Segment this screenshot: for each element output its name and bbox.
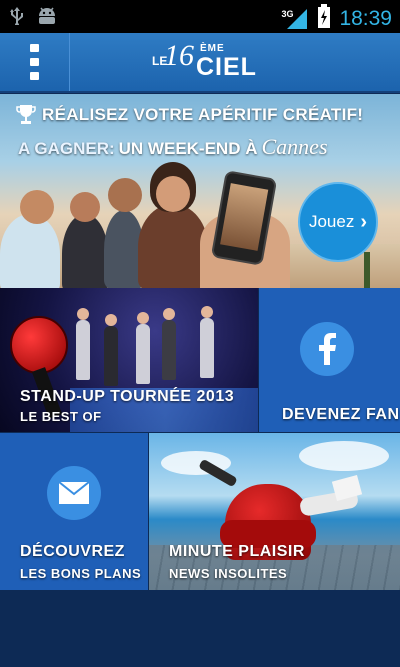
tile-fan-label: DEVENEZ FAN (282, 406, 400, 423)
person-image (0, 214, 60, 288)
menu-dot-icon (30, 58, 39, 66)
menu-dot-icon (30, 44, 39, 52)
performer-image (200, 306, 214, 378)
performer-image (162, 308, 176, 380)
menu-dot-icon (30, 72, 39, 80)
person-image (108, 178, 142, 212)
app-header: LE 16 ÈME CIEL (0, 33, 400, 93)
logo-number: 16 (164, 39, 194, 72)
performer-image (76, 308, 90, 380)
play-button[interactable]: Jouez › (298, 182, 378, 262)
facebook-icon (300, 322, 354, 376)
tile-standup-subtitle: LE BEST OF (20, 409, 102, 424)
microphone-image (10, 316, 68, 374)
empty-footer-area (0, 590, 400, 667)
banner-prize-row: A GAGNER: UN WEEK-END À Cannes (18, 134, 328, 160)
person-image (62, 214, 108, 288)
tile-bons-plans-subtitle: LES BONS PLANS (20, 566, 142, 581)
tile-minute-title: MINUTE PLAISIR (169, 543, 305, 560)
battery-icon (317, 4, 331, 33)
android-icon (36, 7, 58, 30)
tile-minute-subtitle: NEWS INSOLITES (169, 566, 288, 581)
usb-icon (10, 7, 24, 30)
app-logo[interactable]: LE 16 ÈME CIEL (152, 39, 262, 85)
overflow-menu-button[interactable] (0, 33, 70, 91)
banner-title-row: RÉALISEZ VOTRE APÉRITIF CRÉATIF! (16, 104, 363, 126)
banner-title: RÉALISEZ VOTRE APÉRITIF CRÉATIF! (42, 105, 364, 124)
person-image (20, 190, 54, 224)
tile-standup[interactable]: STAND-UP TOURNÉE 2013 LE BEST OF (0, 288, 258, 432)
palm-tree-image (364, 252, 370, 288)
banner-prize-main: UN WEEK-END À (118, 139, 258, 158)
performer-image (104, 314, 118, 386)
network-type-label: 3G (281, 8, 294, 19)
person-image (138, 204, 208, 288)
logo-ciel: CIEL (196, 53, 257, 81)
person-image (156, 176, 190, 212)
cloud-image (299, 441, 389, 471)
banner-prize-prefix: A GAGNER: (18, 139, 115, 158)
banner-prize-city: Cannes (261, 134, 328, 159)
tile-bons-plans-title: DÉCOUVREZ (20, 543, 125, 560)
chevron-right-icon: › (360, 210, 368, 233)
clock: 18:39 (339, 6, 392, 30)
performer-image (136, 312, 150, 384)
person-image (70, 192, 100, 222)
signal-3g-icon: 3G (281, 7, 309, 31)
trophy-icon (16, 104, 36, 126)
status-bar: 3G 18:39 (0, 0, 400, 33)
envelope-icon (47, 466, 101, 520)
tile-standup-title: STAND-UP TOURNÉE 2013 (20, 388, 235, 405)
play-button-label: Jouez (308, 212, 355, 231)
